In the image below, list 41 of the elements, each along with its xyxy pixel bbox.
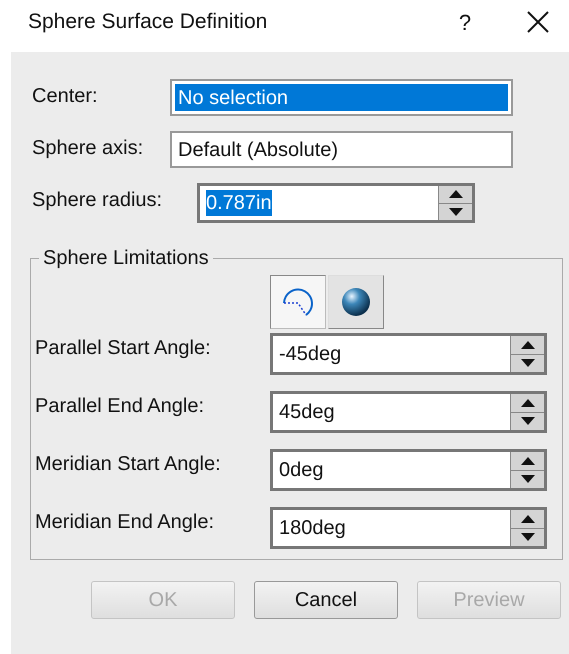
group-title: Sphere Limitations [42,246,210,271]
angle-label: Parallel Start Angle: [35,336,212,361]
angle-label: Meridian End Angle: [35,510,216,535]
angle-field[interactable]: 180deg [270,507,547,549]
angle-label: Meridian Start Angle: [35,452,222,477]
help-button[interactable]: ? [445,6,485,38]
down-arrow-icon [520,417,534,426]
field-value: 0.787in [206,190,272,216]
spin-buttons[interactable] [510,452,544,488]
field-label: Sphere radius: [32,188,164,213]
field-value: 0deg [279,458,324,483]
input-field[interactable]: No selection [170,79,513,116]
up-arrow-icon [520,456,534,465]
close-icon[interactable] [527,11,549,33]
up-arrow-icon [448,190,462,198]
angle-field[interactable]: -45deg [270,333,547,375]
window-title: Sphere Surface Definition [28,9,268,36]
input-field[interactable]: Default (Absolute) [170,131,513,168]
angle-field[interactable]: 0deg [270,449,547,491]
spin-buttons[interactable] [510,510,544,546]
dialog-button[interactable]: Cancel [254,581,398,619]
field-label: Center: [32,84,99,109]
down-arrow-icon [520,475,534,484]
field-value: -45deg [279,342,342,367]
field-value: 180deg [279,516,346,541]
angle-label: Parallel End Angle: [35,394,206,419]
spin-buttons[interactable] [510,394,544,430]
spin-buttons[interactable] [438,186,472,220]
down-arrow-icon [520,533,534,542]
up-arrow-icon [520,398,534,407]
angle-field[interactable]: 45deg [270,391,547,433]
spin-buttons[interactable] [510,336,544,372]
field-label: Sphere axis: [32,136,144,161]
field-value: 45deg [279,400,335,425]
down-arrow-icon [520,359,534,368]
radius-field[interactable]: 0.787in [197,183,475,223]
mode-button[interactable] [270,275,326,329]
sphere-icon [340,287,370,317]
down-arrow-icon [448,208,462,216]
up-arrow-icon [520,514,534,523]
up-arrow-icon [520,340,534,349]
